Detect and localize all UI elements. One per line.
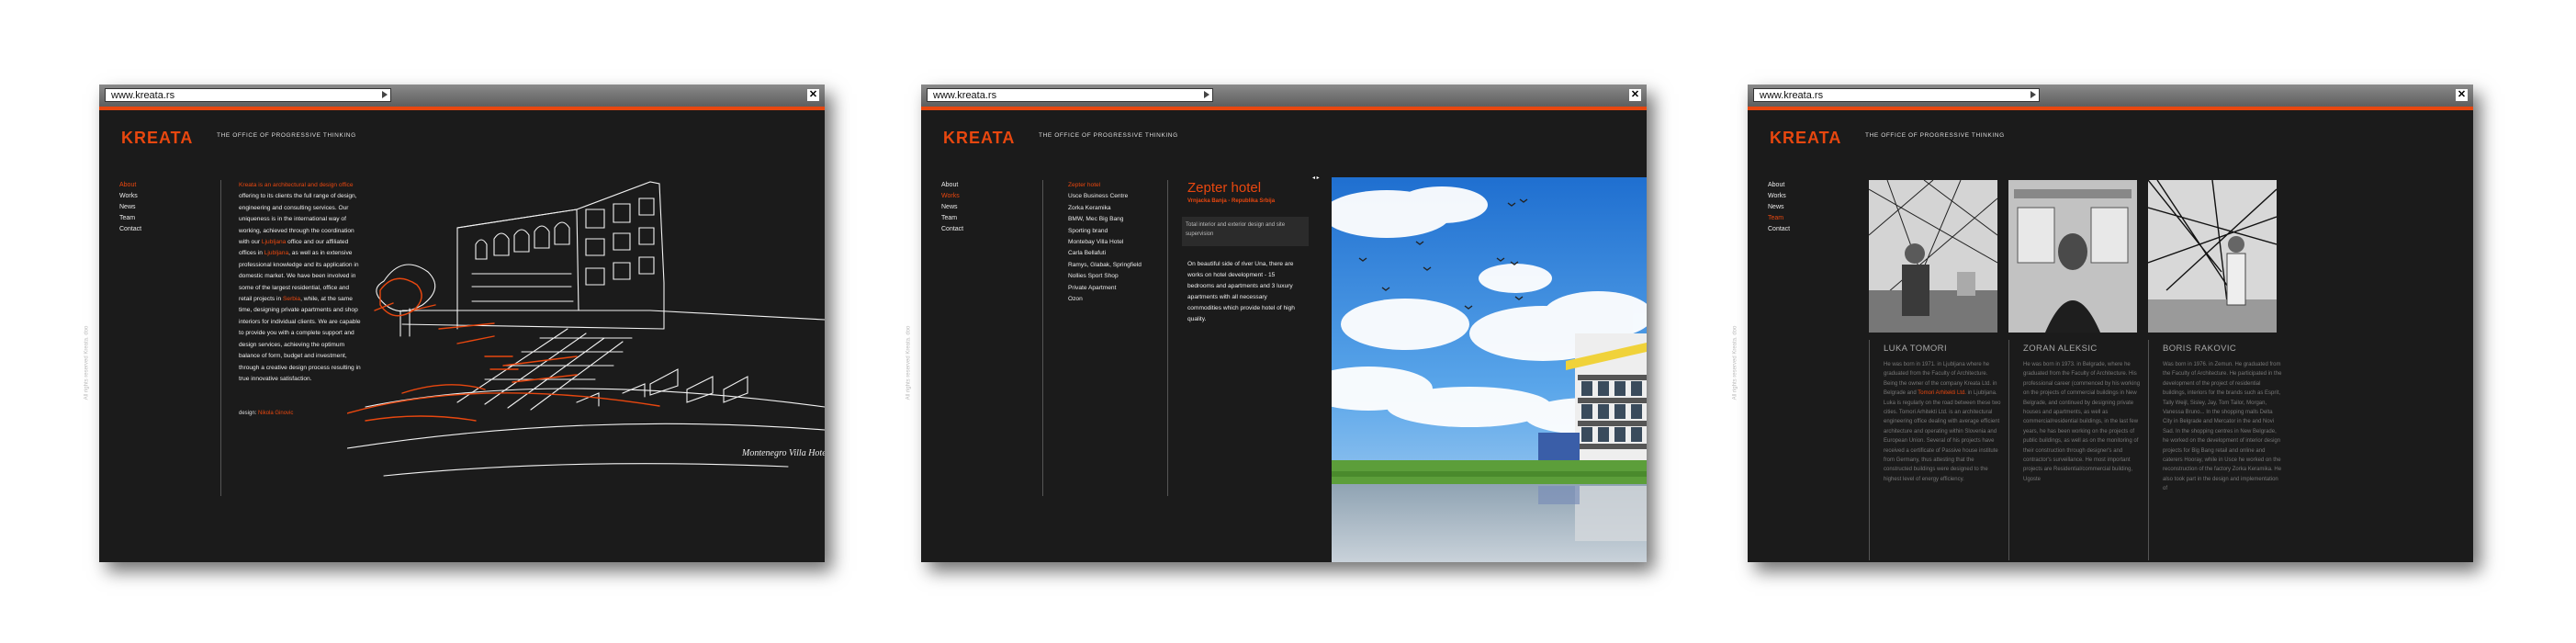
kreata-logo[interactable]: KREATA [1770, 129, 1841, 148]
project-item[interactable]: Ramys, Glabak, Springfield [1068, 260, 1142, 271]
divider [2008, 340, 2009, 560]
divider [220, 180, 221, 496]
nav-item-team[interactable]: Team [1768, 213, 1790, 224]
project-item[interactable]: Sporting brand [1068, 226, 1142, 237]
divider [1167, 180, 1168, 496]
portrait-illustration [1869, 180, 1997, 333]
tagline: THE OFFICE OF PROGRESSIVE THINKING [1039, 132, 1178, 139]
about-text: Kreata is an architectural and design of… [239, 182, 361, 382]
project-title: Zepter hotel [1187, 180, 1262, 196]
nav-item-team[interactable]: Team [941, 213, 963, 224]
nav-item-works[interactable]: Works [941, 191, 963, 202]
close-icon[interactable]: ✕ [807, 89, 819, 101]
copyright-side: All rights reserved Kreata. doo [906, 325, 912, 400]
kreata-logo[interactable]: KREATA [121, 129, 193, 148]
project-item[interactable]: Usce Business Centre [1068, 191, 1142, 202]
project-item[interactable]: Ozon [1068, 294, 1142, 305]
team-photo [1869, 180, 1997, 333]
project-item[interactable]: Carla Bellafuti [1068, 248, 1142, 259]
nav-item-works[interactable]: Works [1768, 191, 1790, 202]
portrait-illustration [2148, 180, 2277, 333]
accent-line [1748, 107, 2473, 110]
sketch-caption: Montenegro Villa Hotel [741, 448, 825, 458]
main-nav: About Works News Team Contact [119, 180, 141, 235]
divider [2148, 340, 2149, 560]
team-member-name: ZORAN ALEKSIC [2023, 344, 2098, 354]
portrait-illustration [2008, 180, 2137, 333]
project-item[interactable]: Private Apartment [1068, 283, 1142, 294]
design-credit: design: Nikola Ginovic [239, 411, 294, 416]
url-bar[interactable]: www.kreata.rs [105, 88, 391, 102]
close-icon[interactable]: ✕ [2456, 89, 2468, 101]
hotel-photo-illustration [1332, 177, 1647, 562]
kreata-logo[interactable]: KREATA [943, 129, 1015, 148]
nav-item-news[interactable]: News [1768, 202, 1790, 213]
go-arrow-icon[interactable] [1204, 91, 1209, 98]
project-list: Zepter hotel Usce Business Centre Zorka … [1068, 180, 1142, 305]
nav-item-about[interactable]: About [119, 180, 141, 191]
browser-chrome: www.kreata.rs ✕ [921, 85, 1647, 107]
go-arrow-icon[interactable] [2030, 91, 2036, 98]
nav-item-team[interactable]: Team [119, 213, 141, 224]
main-nav: About Works News Team Contact [1768, 180, 1790, 235]
nav-item-contact[interactable]: Contact [941, 224, 963, 235]
nav-item-contact[interactable]: Contact [1768, 224, 1790, 235]
gallery-arrow-icons[interactable]: ◂ ▸ [1312, 175, 1320, 181]
project-item[interactable]: Zorka Keramika [1068, 203, 1142, 214]
close-icon[interactable]: ✕ [1629, 89, 1641, 101]
tagline: THE OFFICE OF PROGRESSIVE THINKING [217, 132, 356, 139]
project-item[interactable]: Zepter hotel [1068, 180, 1142, 191]
project-location: Vrnjacka Banja - Republika Srbija [1187, 198, 1276, 204]
hotel-sketch-illustration: Montenegro Villa Hotel [347, 181, 825, 477]
team-member-bio: Was born in 1976. in Zemun. He graduated… [2163, 362, 2282, 492]
browser-chrome: www.kreata.rs ✕ [1748, 85, 2473, 107]
project-photo [1332, 177, 1647, 562]
tagline: THE OFFICE OF PROGRESSIVE THINKING [1865, 132, 2005, 139]
nav-item-about[interactable]: About [941, 180, 963, 191]
team-photo [2008, 180, 2137, 333]
nav-item-news[interactable]: News [119, 202, 141, 213]
team-member-bio: He was born in 1971. in Ljubljana where … [1884, 362, 2001, 482]
project-description: On beautiful side of river Una, there ar… [1187, 261, 1295, 322]
accent-line [921, 107, 1647, 110]
main-nav: About Works News Team Contact [941, 180, 963, 235]
project-scope: Total interior and exterior design and s… [1182, 217, 1309, 246]
nav-item-works[interactable]: Works [119, 191, 141, 202]
team-member-bio: He was born in 1973. in Belgrade, where … [2023, 362, 2141, 482]
nav-item-about[interactable]: About [1768, 180, 1790, 191]
copyright-side: All rights reserved Kreata. doo [1732, 325, 1738, 400]
divider [1042, 180, 1043, 496]
project-item[interactable]: BMW, Mec Big Bang [1068, 214, 1142, 225]
team-member-name: BORIS RAKOVIC [2163, 344, 2237, 354]
browser-window-team: www.kreata.rs ✕ KREATA THE OFFICE OF PRO… [1732, 85, 2473, 562]
team-member-name: LUKA TOMORI [1884, 344, 1947, 354]
nav-item-news[interactable]: News [941, 202, 963, 213]
project-item[interactable]: Nollies Sport Shop [1068, 271, 1142, 282]
accent-line [99, 107, 825, 110]
divider [1869, 340, 1870, 560]
url-bar[interactable]: www.kreata.rs [1753, 88, 2040, 102]
go-arrow-icon[interactable] [382, 91, 388, 98]
browser-window-works: www.kreata.rs ✕ KREATA THE OFFICE OF PRO… [906, 85, 1647, 562]
copyright-side: All rights reserved Kreata. doo [84, 325, 90, 400]
team-photo [2148, 180, 2277, 333]
project-item[interactable]: Montebay Villa Hotel [1068, 237, 1142, 248]
browser-window-about: www.kreata.rs ✕ KREATA THE OFFICE OF PRO… [84, 85, 825, 562]
url-bar[interactable]: www.kreata.rs [927, 88, 1213, 102]
nav-item-contact[interactable]: Contact [119, 224, 141, 235]
browser-chrome: www.kreata.rs ✕ [99, 85, 825, 107]
